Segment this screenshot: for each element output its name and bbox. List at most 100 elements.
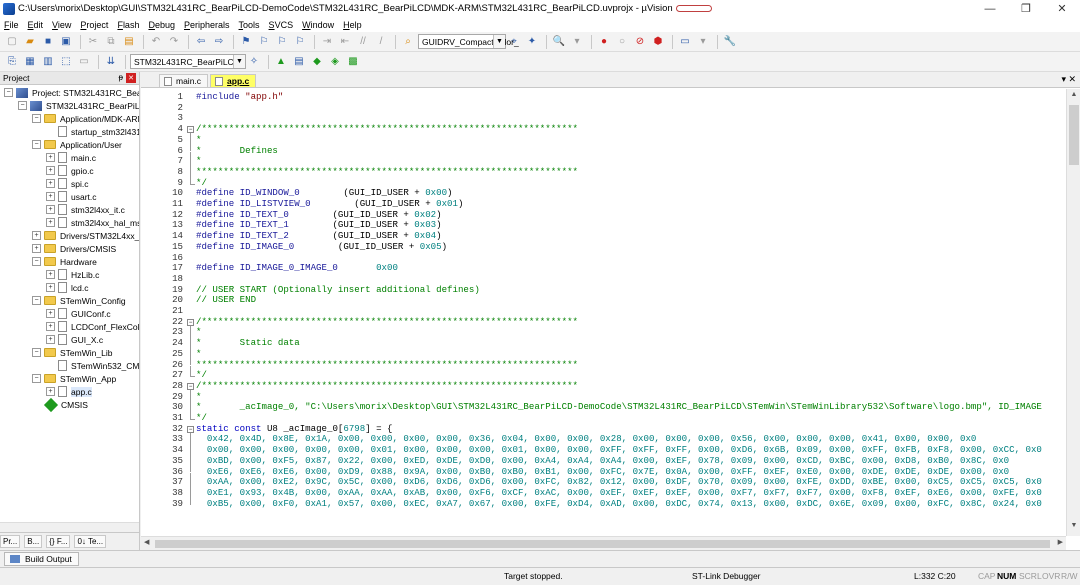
tree-node[interactable]: − Application/User [32, 138, 122, 151]
menu-window[interactable]: Window [302, 20, 334, 30]
expand-icon[interactable]: + [46, 153, 55, 162]
editor-hscrollbar[interactable]: ◀ ▶ [141, 536, 1066, 550]
tree-node[interactable]: CMSIS [32, 397, 88, 412]
kill-breakpoints-icon[interactable]: ⬢ [650, 34, 666, 50]
dropdown-icon[interactable]: ▾ [569, 34, 585, 50]
open-folder-icon[interactable]: ▰ [22, 34, 38, 50]
collapse-icon[interactable]: − [32, 296, 41, 305]
vscroll-thumb[interactable] [1069, 105, 1079, 165]
tab-app-c[interactable]: app.c [210, 74, 257, 87]
uncomment-icon[interactable]: / [373, 34, 389, 50]
download-icon[interactable]: ⇊ [103, 54, 119, 70]
expand-icon[interactable]: + [32, 244, 41, 253]
minimize-button[interactable]: — [972, 0, 1008, 17]
undo-icon[interactable]: ↶ [148, 34, 164, 50]
code-line[interactable]: * Defines [196, 145, 278, 157]
code-line[interactable]: /***************************************… [196, 316, 578, 328]
new-file-icon[interactable]: ▢ [4, 34, 20, 50]
project-hscrollbar[interactable] [0, 522, 139, 532]
zoom-icon[interactable]: 🔍 [551, 34, 567, 50]
nav-forward-icon[interactable]: ⇨ [211, 34, 227, 50]
stop-build-icon[interactable]: ▭ [76, 54, 92, 70]
tree-node[interactable]: + spi.c [46, 177, 88, 190]
bookmark-set-icon[interactable]: ⚑ [238, 34, 254, 50]
expand-icon[interactable]: + [32, 231, 41, 240]
fold-toggle-icon[interactable]: − [187, 126, 194, 134]
build-output-tab[interactable]: Build Output [4, 552, 79, 566]
menu-tools[interactable]: Tools [239, 20, 260, 30]
close-panel-icon[interactable]: ✕ [126, 73, 136, 83]
expand-icon[interactable]: + [46, 192, 55, 201]
tree-node[interactable]: − Hardware [32, 255, 97, 268]
tree-node[interactable]: + usart.c [46, 190, 97, 203]
code-line[interactable]: ****************************************… [196, 359, 578, 371]
code-line[interactable]: * _acImage_0, "C:\Users\morix\Desktop\GU… [196, 401, 1042, 413]
restore-button[interactable]: ❐ [1008, 0, 1044, 17]
tree-node[interactable]: + app.c [46, 385, 92, 398]
expand-icon[interactable]: + [46, 335, 55, 344]
target-select[interactable]: STM32L431RC_BearPiLCD ▼ [130, 54, 246, 69]
tree-node[interactable]: + main.c [46, 151, 96, 164]
tree-node[interactable]: + GUI_X.c [46, 333, 103, 346]
scroll-right-icon[interactable]: ▶ [1058, 538, 1063, 546]
menu-edit[interactable]: Edit [28, 20, 44, 30]
scroll-left-icon[interactable]: ◀ [144, 538, 149, 546]
fold-toggle-icon[interactable]: − [187, 318, 194, 326]
collapse-icon[interactable]: − [32, 348, 41, 357]
tree-node[interactable]: − STemWin_Config [32, 294, 126, 307]
configure-icon[interactable]: 🔧 [722, 34, 738, 50]
chevron-down-icon[interactable]: ▼ [233, 55, 245, 68]
collapse-icon[interactable]: − [32, 114, 41, 123]
expand-icon[interactable]: + [46, 387, 55, 396]
menu-project[interactable]: Project [80, 20, 108, 30]
menu-view[interactable]: View [52, 20, 71, 30]
layout-dropdown-icon[interactable]: ▾ [695, 34, 711, 50]
collapse-icon[interactable]: − [32, 257, 41, 266]
tree-node[interactable]: startup_stm32l431xx.s [46, 125, 139, 138]
code-line[interactable]: #define ID_IMAGE_0_IMAGE_0 0x00 [196, 262, 398, 274]
menu-svcs[interactable]: SVCS [269, 20, 294, 30]
indent-icon[interactable]: ⇥ [319, 34, 335, 50]
tree-node[interactable]: + gpio.c [46, 164, 94, 177]
bookmark-next-icon[interactable]: ⚐ [274, 34, 290, 50]
disable-all-breakpoints-icon[interactable]: ⊘ [632, 34, 648, 50]
tab-project[interactable]: Pr... [0, 535, 21, 548]
manage-project-icon[interactable]: ▤ [291, 54, 307, 70]
cut-icon[interactable]: ✂ [85, 34, 101, 50]
chevron-down-icon[interactable]: ▼ [493, 35, 505, 48]
translate-icon[interactable]: ⎘ [4, 54, 20, 70]
fold-toggle-icon[interactable]: − [187, 382, 194, 390]
find-in-files-icon[interactable]: ⌕ [400, 34, 416, 50]
collapse-icon[interactable]: − [4, 88, 13, 97]
fold-toggle-icon[interactable]: − [187, 425, 194, 433]
pin-icon[interactable]: ᵽ [119, 73, 123, 82]
collapse-icon[interactable]: − [18, 101, 27, 110]
save-all-icon[interactable]: ▣ [58, 34, 74, 50]
breakpoint-disabled-icon[interactable]: ○ [614, 34, 630, 50]
tree-node[interactable]: + Drivers/STM32L4xx_HAL_Driver [32, 229, 139, 242]
tree-node[interactable]: − Application/MDK-ARM [32, 112, 139, 125]
scroll-up-icon[interactable]: ▲ [1067, 91, 1080, 103]
expand-icon[interactable]: + [46, 309, 55, 318]
expand-icon[interactable]: + [46, 283, 55, 292]
breakpoint-icon[interactable]: ● [596, 34, 612, 50]
menu-peripherals[interactable]: Peripherals [184, 20, 230, 30]
save-icon[interactable]: ■ [40, 34, 56, 50]
tab-functions[interactable]: {} F... [46, 535, 71, 548]
nav-back-icon[interactable]: ⇦ [193, 34, 209, 50]
redo-icon[interactable]: ↷ [166, 34, 182, 50]
tree-node[interactable]: + lcd.c [46, 281, 88, 294]
code-view[interactable]: 1 2 3 4−5 6 7 8 9 10 11 12 13 14 15 16 17 18 19 20 21 22−23 2… [141, 89, 1066, 536]
code-line[interactable]: 0xB5, 0x00, 0xF0, 0xA1, 0x57, 0x00, 0xEC… [196, 498, 1042, 510]
code-line[interactable]: #define ID_IMAGE_0 (GUI_ID_USER + 0x05) [196, 241, 447, 253]
tree-node[interactable]: + GUIConf.c [46, 307, 111, 320]
expand-icon[interactable]: + [46, 322, 55, 331]
tab-books[interactable]: B... [24, 535, 43, 548]
expand-icon[interactable]: + [46, 218, 55, 227]
code-line[interactable]: /***************************************… [196, 123, 578, 135]
comment-icon[interactable]: // [355, 34, 371, 50]
code-line[interactable]: #include "app.h" [196, 91, 283, 103]
target-options-icon[interactable]: ✧ [246, 54, 262, 70]
tree-node[interactable]: − STemWin_Lib [32, 346, 112, 359]
collapse-icon[interactable]: − [32, 374, 41, 383]
